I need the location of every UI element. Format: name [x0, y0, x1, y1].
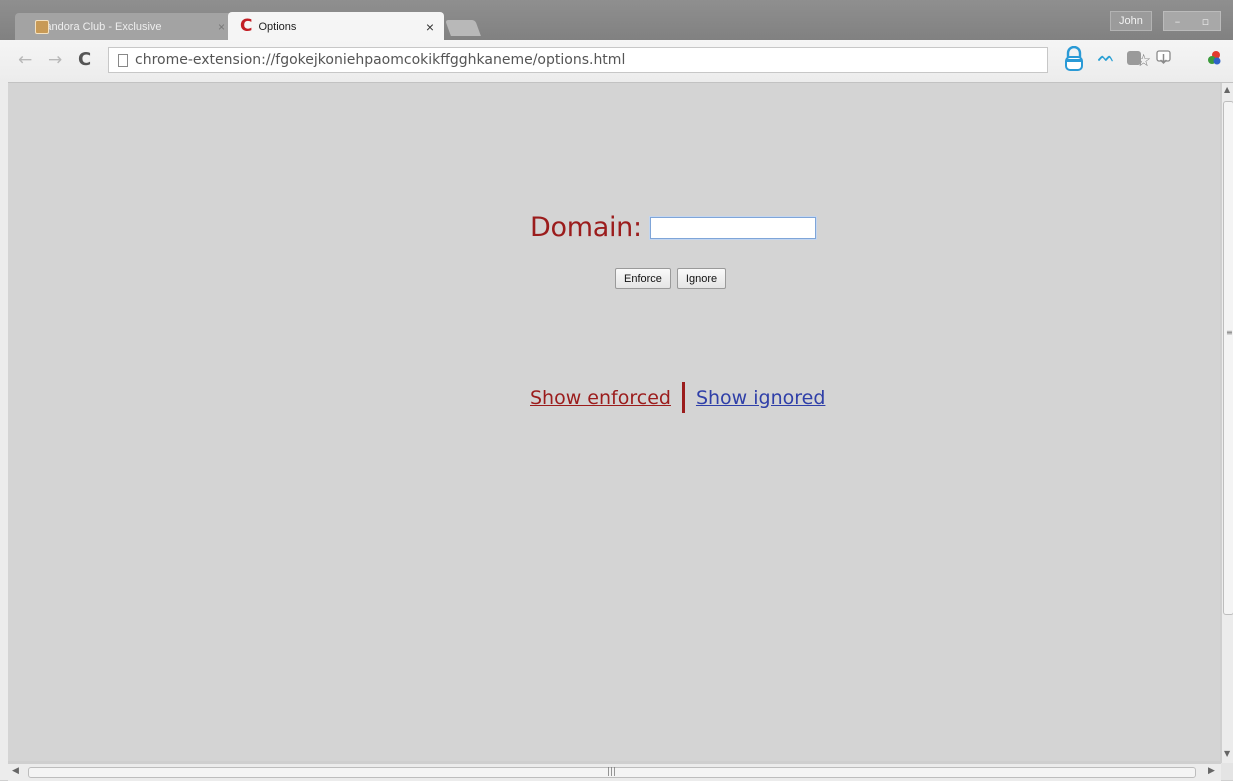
close-icon[interactable]: × [426, 19, 434, 35]
vertical-scrollbar[interactable]: ▲ ≡ ▼ [1221, 83, 1233, 763]
tab-pandora[interactable]: Pandora Club - Exclusive × [15, 13, 235, 40]
window-controls: – ▫ [1163, 11, 1221, 31]
close-icon[interactable]: × [218, 20, 225, 34]
grip-icon: ≡ [1226, 328, 1233, 337]
enforce-button[interactable]: Enforce [615, 268, 671, 289]
tab-title: Options [258, 20, 297, 33]
domain-label: Domain: [530, 212, 642, 243]
color-extension-icon[interactable] [1207, 51, 1221, 65]
box-extension-icon[interactable] [1127, 51, 1141, 65]
url-text: chrome-extension://fgokejkoniehpaomcokik… [135, 52, 626, 68]
scroll-down-icon[interactable]: ▼ [1224, 749, 1230, 758]
extension-favicon-icon: C [240, 16, 253, 36]
link-separator [681, 382, 685, 413]
scroll-right-icon[interactable]: ▶ [1208, 766, 1215, 776]
ignore-button[interactable]: Ignore [676, 268, 727, 289]
new-tab-button[interactable] [445, 20, 481, 36]
reload-icon[interactable]: C [78, 48, 91, 72]
window-edge [0, 82, 8, 780]
pandora-favicon-icon [35, 19, 49, 34]
browser-toolbar: ← → C chrome-extension://fgokejkoniehpao… [0, 40, 1233, 83]
back-arrow-icon[interactable]: ← [18, 48, 32, 72]
download-extension-icon[interactable] [1156, 50, 1171, 66]
tab-options[interactable]: C Options × [228, 12, 444, 41]
action-buttons: Enforce Ignore [615, 268, 732, 289]
show-ignored-link[interactable]: Show ignored [696, 387, 825, 409]
horizontal-scrollbar[interactable]: ◀ ||| ▶ [8, 763, 1221, 781]
scroll-up-icon[interactable]: ▲ [1224, 85, 1230, 94]
address-bar[interactable]: chrome-extension://fgokejkoniehpaomcokik… [108, 47, 1151, 73]
wave-extension-icon[interactable]: ᨓ [1098, 49, 1115, 65]
vertical-scroll-thumb[interactable]: ≡ [1223, 101, 1233, 615]
domain-row: Domain: [530, 212, 816, 243]
page-icon [118, 53, 128, 67]
profile-badge[interactable]: John [1110, 11, 1152, 31]
horizontal-scroll-thumb[interactable]: ||| [28, 767, 1196, 778]
domain-input[interactable] [649, 216, 816, 239]
minimize-icon[interactable]: – [1175, 15, 1181, 28]
grip-icon: ||| [607, 767, 617, 777]
scroll-left-icon[interactable]: ◀ [12, 766, 19, 776]
lock-extension-icon[interactable] [1064, 46, 1084, 72]
list-links: Show enforced Show ignored [530, 382, 825, 413]
scroll-corner [1221, 763, 1233, 780]
forward-arrow-icon[interactable]: → [48, 48, 62, 72]
tab-title: Pandora Club - Exclusive [38, 20, 162, 33]
restore-icon[interactable]: ▫ [1202, 15, 1209, 28]
show-enforced-link[interactable]: Show enforced [530, 387, 671, 409]
page-content: Domain: Enforce Ignore Show enforced Sho… [8, 83, 1220, 761]
